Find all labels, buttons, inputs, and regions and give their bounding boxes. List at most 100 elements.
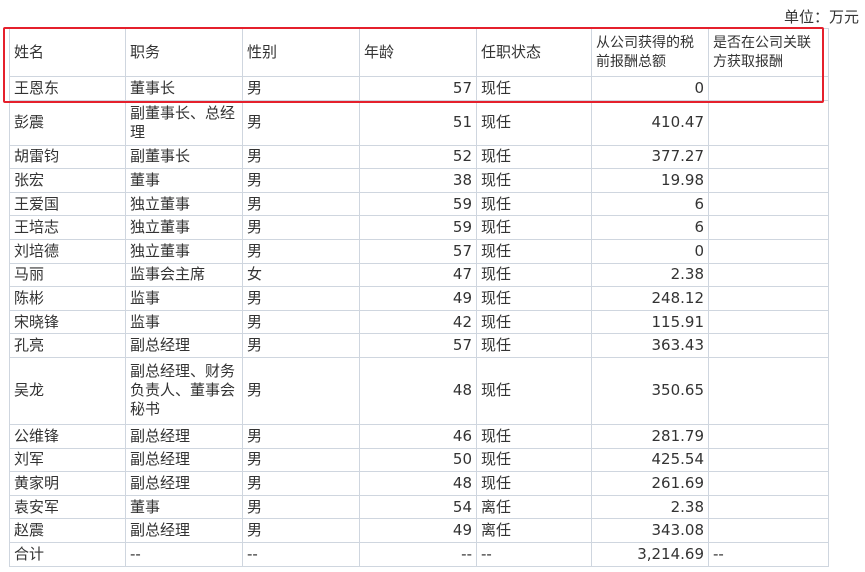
cell-gender: 男 [242, 168, 360, 193]
cell-pay: 2.38 [591, 262, 709, 288]
header-related: 是否在公司关联方获取报酬 [708, 28, 829, 77]
cell-pay: 363.43 [591, 333, 709, 358]
table-row: 刘培德 独立董事男 57 现任 0 [9, 238, 829, 264]
table-row: 胡雷钧 副董事长男 52 现任 377.27 [9, 144, 829, 170]
cell-pay: 19.98 [591, 168, 709, 193]
cell-position: 副董事长 [125, 144, 243, 170]
cell-status: 离任 [476, 494, 592, 520]
cell-gender: 男 [242, 471, 360, 496]
cell-age: 59 [359, 215, 477, 240]
cell-status: 现任 [476, 356, 592, 425]
cell-related [708, 423, 829, 449]
cell-name: 胡雷钧 [9, 144, 126, 170]
cell-position: 副总经理 [125, 333, 243, 358]
cell-name: 赵震 [9, 518, 126, 543]
cell-gender: -- [242, 541, 360, 567]
table-row: 宋晓锋 监事男 42 现任 115.91 [9, 309, 829, 335]
table-row: 袁安军 董事男 54 离任 2.38 [9, 494, 829, 520]
cell-position: 董事 [125, 494, 243, 520]
cell-pay: 6 [591, 191, 709, 217]
cell-position: 董事长 [125, 76, 243, 101]
header-gender: 性别 [242, 28, 360, 77]
cell-age: 57 [359, 76, 477, 101]
cell-position: 独立董事 [125, 191, 243, 217]
cell-position: -- [125, 541, 243, 567]
cell-pay: 350.65 [591, 356, 709, 425]
cell-related [708, 518, 829, 543]
cell-status: 现任 [476, 423, 592, 449]
cell-pay: 0 [591, 76, 709, 101]
cell-name: 彭震 [9, 99, 126, 146]
cell-gender: 男 [242, 356, 360, 425]
table-row: 公维锋 副总经理男 46 现任 281.79 [9, 423, 829, 449]
header-position: 职务 [125, 28, 243, 77]
cell-status: 现任 [476, 168, 592, 193]
cell-name: 公维锋 [9, 423, 126, 449]
cell-related [708, 191, 829, 217]
cell-pay: 377.27 [591, 144, 709, 170]
cell-position: 副董事长、总经理 [125, 99, 243, 146]
cell-related [708, 168, 829, 193]
cell-status: 现任 [476, 447, 592, 473]
unit-label: 单位：万元 [783, 8, 859, 26]
table-row: 王恩东 董事长男 57 现任 0 [9, 76, 829, 101]
table-body: 姓名 职务 性别 年龄 任职状态 从公司获得的税前报酬总额 是否在公司关联方获取… [9, 28, 829, 567]
cell-pay: 3,214.69 [591, 541, 709, 567]
cell-status: 离任 [476, 518, 592, 543]
cell-age: 49 [359, 518, 477, 543]
table-row: 彭震 副董事长、总经理男 51 现任 410.47 [9, 99, 829, 146]
cell-position: 董事 [125, 168, 243, 193]
table-row: 孔亮 副总经理男 57 现任 363.43 [9, 333, 829, 358]
cell-age: 59 [359, 191, 477, 217]
header-age: 年龄 [359, 28, 477, 77]
cell-age: 57 [359, 333, 477, 358]
cell-status: -- [476, 541, 592, 567]
cell-related [708, 494, 829, 520]
cell-status: 现任 [476, 333, 592, 358]
cell-pay: 425.54 [591, 447, 709, 473]
cell-related [708, 262, 829, 288]
cell-related [708, 356, 829, 425]
cell-age: 47 [359, 262, 477, 288]
cell-age: 52 [359, 144, 477, 170]
cell-related [708, 99, 829, 146]
cell-name: 王培志 [9, 215, 126, 240]
cell-position: 独立董事 [125, 215, 243, 240]
cell-name: 张宏 [9, 168, 126, 193]
cell-name: 刘军 [9, 447, 126, 473]
cell-position: 副总经理 [125, 423, 243, 449]
cell-pay: 343.08 [591, 518, 709, 543]
cell-related [708, 333, 829, 358]
cell-name: 袁安军 [9, 494, 126, 520]
cell-name: 王恩东 [9, 76, 126, 101]
cell-gender: 男 [242, 494, 360, 520]
cell-status: 现任 [476, 99, 592, 146]
cell-status: 现任 [476, 76, 592, 101]
cell-name: 马丽 [9, 262, 126, 288]
cell-pay: 410.47 [591, 99, 709, 146]
cell-age: 46 [359, 423, 477, 449]
table-row: 王爱国 独立董事男 59 现任 6 [9, 191, 829, 217]
cell-gender: 男 [242, 99, 360, 146]
header-status: 任职状态 [476, 28, 592, 77]
cell-gender: 男 [242, 215, 360, 240]
cell-age: 49 [359, 286, 477, 311]
cell-pay: 115.91 [591, 309, 709, 335]
cell-name: 王爱国 [9, 191, 126, 217]
table-row: 黄家明 副总经理男 48 现任 261.69 [9, 471, 829, 496]
cell-status: 现任 [476, 191, 592, 217]
cell-age: 54 [359, 494, 477, 520]
cell-status: 现任 [476, 309, 592, 335]
cell-name: 吴龙 [9, 356, 126, 425]
cell-pay: 0 [591, 238, 709, 264]
total-row: 合计 -- -- -- -- 3,214.69 -- [9, 541, 829, 567]
cell-gender: 男 [242, 447, 360, 473]
cell-age: 42 [359, 309, 477, 335]
cell-related [708, 447, 829, 473]
table-row: 赵震 副总经理男 49 离任 343.08 [9, 518, 829, 543]
table-row: 陈彬 监事男 49 现任 248.12 [9, 286, 829, 311]
cell-name: 陈彬 [9, 286, 126, 311]
cell-status: 现任 [476, 471, 592, 496]
cell-gender: 女 [242, 262, 360, 288]
cell-pay: 261.69 [591, 471, 709, 496]
